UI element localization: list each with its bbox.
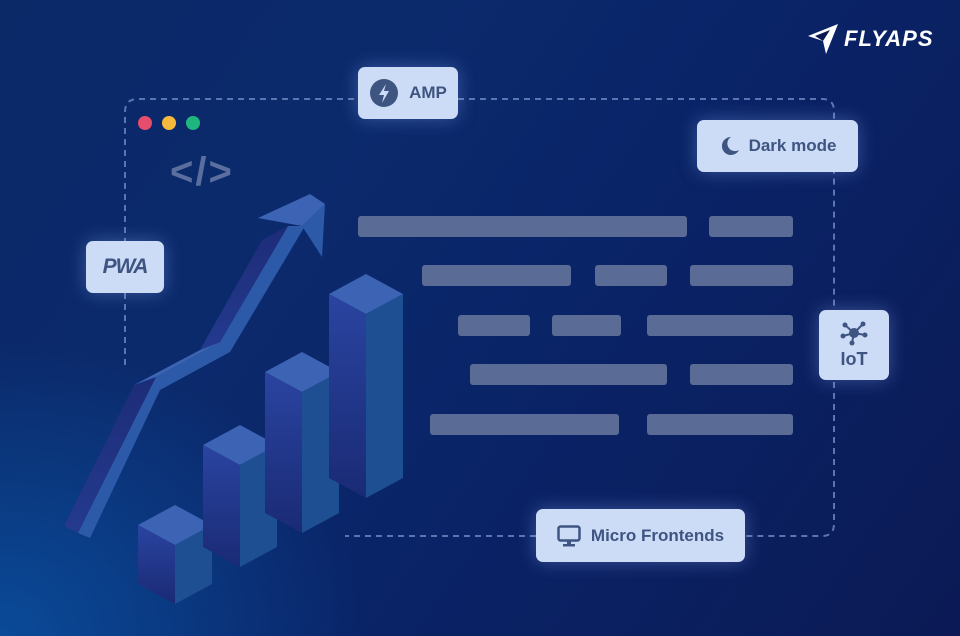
micro-frontends-badge: Micro Frontends xyxy=(536,509,745,562)
arrow-side xyxy=(64,377,156,533)
chart-bar-3 xyxy=(265,352,339,533)
moon-icon xyxy=(721,136,739,155)
growth-illustration xyxy=(64,194,403,604)
lightning-icon xyxy=(370,79,399,107)
iot-label: IoT xyxy=(840,349,868,369)
pwa-badge: PWA xyxy=(86,241,164,293)
chart-bar-4 xyxy=(329,274,403,498)
micro-frontends-label: Micro Frontends xyxy=(590,525,725,545)
iot-badge: IoT xyxy=(819,310,889,380)
amp-badge: AMP xyxy=(358,67,458,119)
amp-label: AMP xyxy=(409,83,447,102)
dark-mode-badge: Dark mode xyxy=(697,120,858,172)
dark-mode-label: Dark mode xyxy=(748,136,837,155)
monitor-icon xyxy=(557,524,581,546)
chart-bar-1 xyxy=(138,505,212,604)
arrow-side-upper xyxy=(200,226,288,350)
network-hub-icon xyxy=(840,321,868,346)
pwa-logo: PWA xyxy=(102,255,149,278)
